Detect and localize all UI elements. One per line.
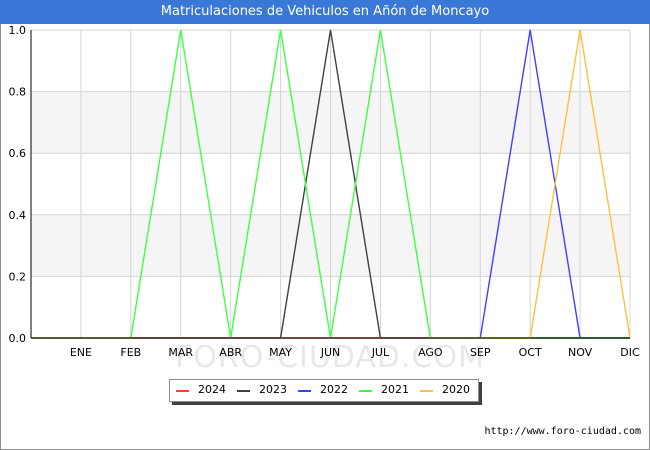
legend-swatch: [237, 390, 250, 392]
legend-label: 2024: [198, 383, 226, 396]
x-tick-label: JUN: [320, 346, 341, 359]
legend-swatch: [298, 390, 311, 392]
x-tick-label: ABR: [219, 346, 242, 359]
source-url: http://www.foro-ciudad.com: [484, 426, 641, 437]
x-tick-label: DIC: [620, 346, 640, 359]
y-tick-label: 0.6: [9, 147, 27, 160]
legend-swatch: [420, 390, 433, 392]
y-tick-label: 0.8: [9, 86, 27, 99]
x-tick-label: MAY: [269, 346, 292, 359]
legend-label: 2020: [442, 383, 470, 396]
legend-label: 2021: [381, 383, 409, 396]
legend-label: 2023: [259, 383, 287, 396]
x-tick-label: SEP: [470, 346, 491, 359]
legend-swatch: [176, 390, 189, 392]
x-tick-label: AGO: [418, 346, 443, 359]
x-tick-label: FEB: [120, 346, 141, 359]
y-tick-labels: 0.0 0.2 0.4 0.6 0.8 1.0: [9, 24, 27, 345]
y-tick-label: 1.0: [9, 24, 27, 37]
legend-label: 2022: [320, 383, 348, 396]
x-tick-label: NOV: [568, 346, 593, 359]
x-tick-label: MAR: [168, 346, 193, 359]
x-tick-label: OCT: [519, 346, 542, 359]
legend: 2024 2023 2022 2021 2020: [169, 379, 479, 402]
x-tick-label: JUL: [371, 346, 390, 359]
legend-swatch: [359, 390, 372, 392]
y-tick-label: 0.2: [9, 270, 27, 283]
y-tick-label: 0.0: [9, 332, 27, 345]
y-tick-label: 0.4: [9, 209, 27, 222]
x-tick-label: ENE: [70, 346, 92, 359]
